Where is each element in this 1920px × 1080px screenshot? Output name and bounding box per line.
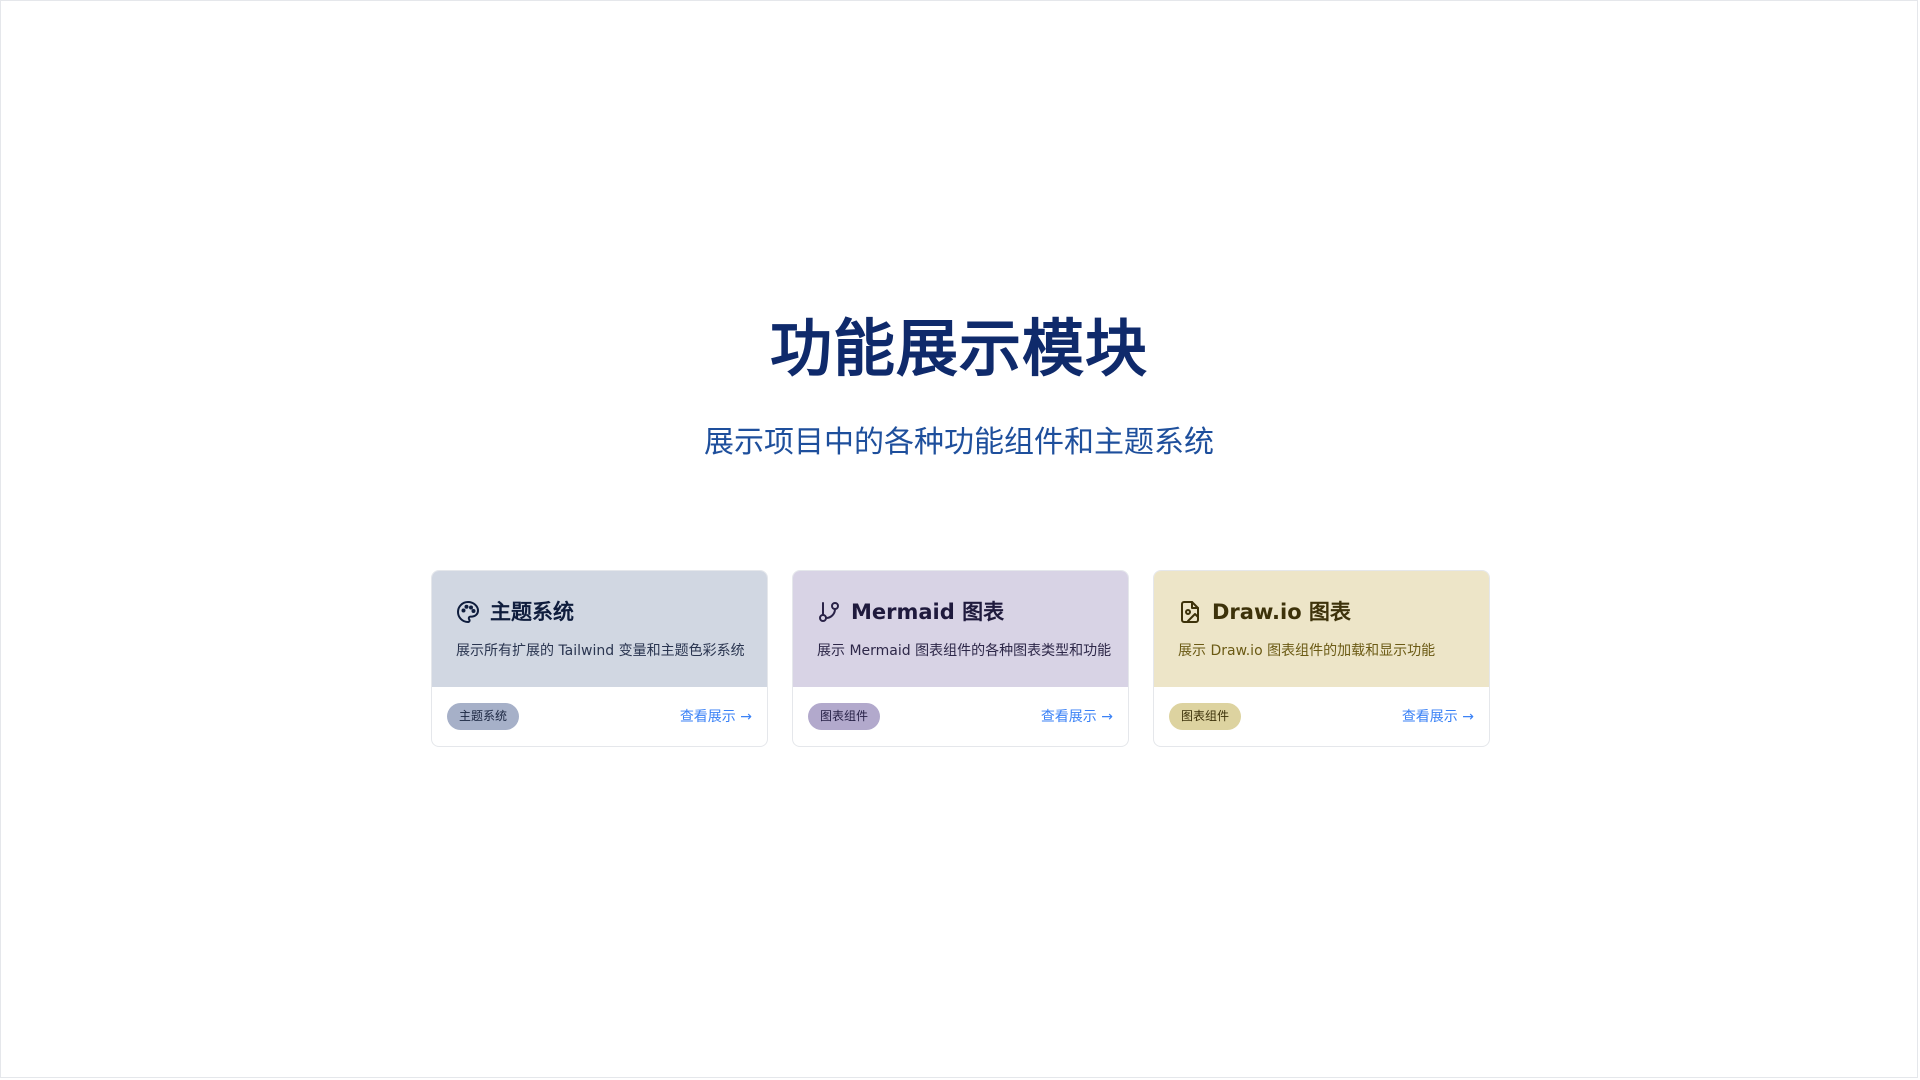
view-demo-link[interactable]: 查看展示 → <box>1402 707 1474 727</box>
page-frame: 功能展示模块 展示项目中的各种功能组件和主题系统 主题系统 展示所有扩展的 Ta… <box>0 0 1918 1078</box>
feature-card-drawio[interactable]: Draw.io 图表 展示 Draw.io 图表组件的加载和显示功能 图表组件 … <box>1153 570 1490 747</box>
card-title: 主题系统 <box>490 600 574 624</box>
category-tag: 图表组件 <box>808 703 881 730</box>
page-subtitle: 展示项目中的各种功能组件和主题系统 <box>704 425 1214 460</box>
card-title-row: 主题系统 <box>456 597 743 627</box>
card-description: 展示 Draw.io 图表组件的加载和显示功能 <box>1178 643 1436 659</box>
card-footer: 图表组件 查看展示 → <box>1154 687 1489 746</box>
card-title-row: Draw.io 图表 <box>1178 597 1465 627</box>
git-branch-icon <box>817 600 841 624</box>
card-header: 主题系统 展示所有扩展的 Tailwind 变量和主题色彩系统 <box>432 571 767 687</box>
card-footer: 主题系统 查看展示 → <box>432 687 767 746</box>
card-title: Draw.io 图表 <box>1212 600 1351 624</box>
card-description: 展示 Mermaid 图表组件的各种图表类型和功能 <box>817 643 1112 659</box>
feature-card-theme[interactable]: 主题系统 展示所有扩展的 Tailwind 变量和主题色彩系统 主题系统 查看展… <box>431 570 768 747</box>
file-image-icon <box>1178 600 1202 624</box>
palette-icon <box>456 600 480 624</box>
card-description: 展示所有扩展的 Tailwind 变量和主题色彩系统 <box>456 643 745 659</box>
card-title-row: Mermaid 图表 <box>817 597 1104 627</box>
card-footer: 图表组件 查看展示 → <box>793 687 1128 746</box>
card-header: Draw.io 图表 展示 Draw.io 图表组件的加载和显示功能 <box>1154 571 1489 687</box>
view-demo-link[interactable]: 查看展示 → <box>1041 707 1113 727</box>
page-title: 功能展示模块 <box>769 312 1148 385</box>
feature-card-list: 主题系统 展示所有扩展的 Tailwind 变量和主题色彩系统 主题系统 查看展… <box>431 570 1492 747</box>
card-title: Mermaid 图表 <box>851 600 1005 624</box>
feature-card-mermaid[interactable]: Mermaid 图表 展示 Mermaid 图表组件的各种图表类型和功能 图表组… <box>792 570 1129 747</box>
view-demo-link[interactable]: 查看展示 → <box>680 707 752 727</box>
card-header: Mermaid 图表 展示 Mermaid 图表组件的各种图表类型和功能 <box>793 571 1128 687</box>
category-tag: 图表组件 <box>1169 703 1242 730</box>
category-tag: 主题系统 <box>447 703 520 730</box>
